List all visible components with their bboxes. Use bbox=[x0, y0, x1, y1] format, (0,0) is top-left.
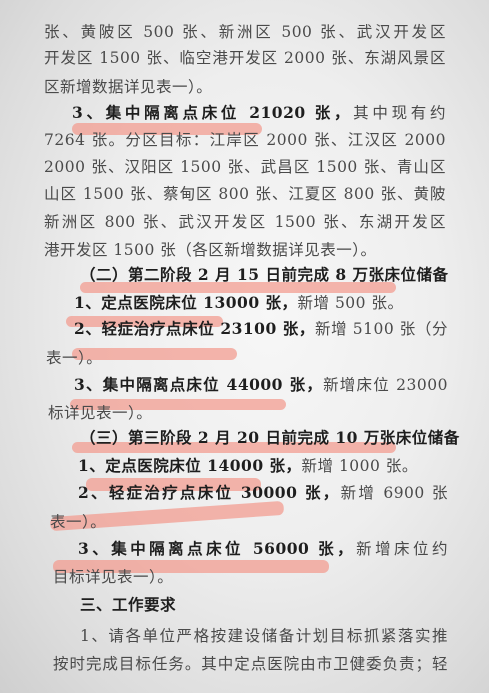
bold-text: 1、定点医院床位 14000 张， bbox=[78, 456, 302, 475]
document-line: 新洲区 800 张、武汉开发区 1500 张、东湖开发区 1500 张、临空 bbox=[44, 212, 446, 232]
bold-text: 三、工作要求 bbox=[80, 595, 177, 614]
body-text: 张、黄陂区 500 张、新洲区 500 张、武汉开发区 1500 张、东湖 bbox=[44, 23, 446, 41]
body-text: 2000 张、汉阳区 1500 张、武昌区 1500 张、青山区 1000 张、… bbox=[44, 158, 446, 176]
document-line: 目标详见表一）。 bbox=[53, 567, 173, 587]
body-text: 标详见表一）。 bbox=[48, 404, 153, 422]
document-line: 7264 张。分区目标：江岸区 2000 张、江汉区 2000 张、硚口区 bbox=[44, 130, 446, 150]
body-text: 新洲区 800 张、武汉开发区 1500 张、东湖开发区 1500 张、临空 bbox=[44, 213, 446, 231]
document-line: 1、请各单位严格按建设储备计划目标抓紧落实推进，确保 bbox=[80, 626, 448, 646]
document-line: 2000 张、汉阳区 1500 张、武昌区 1500 张、青山区 1000 张、… bbox=[44, 157, 446, 177]
body-text: 按时完成目标任务。其中定点医院由市卫健委负责；轻症治疗点 bbox=[53, 655, 448, 673]
document-line: 港开发区 1500 张（各区新增数据详见表一）。 bbox=[44, 240, 377, 260]
document-line: 2、轻症治疗点床位 30000 张，新增 6900 张（分区目标详见 bbox=[78, 483, 448, 503]
body-text: 表一）。 bbox=[50, 513, 107, 531]
document-line: 1、定点医院床位 14000 张，新增 1000 张。 bbox=[78, 456, 418, 476]
bold-text: 3、集中隔离点床位 56000 张， bbox=[78, 539, 357, 558]
document-line: 区新增数据详见表一）。 bbox=[44, 77, 212, 97]
document-line: （二）第二阶段 2 月 15 日前完成 8 万张床位储备 bbox=[80, 265, 449, 285]
document-line: 1、定点医院床位 13000 张，新增 500 张。 bbox=[74, 293, 403, 313]
bold-text: （二）第二阶段 2 月 15 日前完成 8 万张床位储备 bbox=[80, 265, 449, 284]
body-text: 新增 500 张。 bbox=[297, 294, 404, 312]
document-line: 表一）。 bbox=[50, 512, 106, 532]
bold-text: 2、轻症治疗点床位 23100 张， bbox=[74, 319, 315, 338]
bold-text: 3、集中隔离点床位 44000 张， bbox=[74, 375, 324, 394]
bold-text: （三）第三阶段 2 月 20 日前完成 10 万张床位储备 bbox=[80, 428, 460, 447]
document-line: 按时完成目标任务。其中定点医院由市卫健委负责；轻症治疗点 bbox=[53, 654, 448, 674]
body-text: 目标详见表一）。 bbox=[53, 568, 174, 586]
bold-text: 2、轻症治疗点床位 30000 张， bbox=[78, 483, 341, 502]
body-text: 表一）。 bbox=[46, 349, 103, 367]
body-text: 新增 1000 张。 bbox=[301, 457, 418, 475]
body-text: 港开发区 1500 张（各区新增数据详见表一）。 bbox=[44, 241, 377, 259]
body-text: 山区 1500 张、蔡甸区 800 张、江夏区 800 张、黄陂区 2275 张… bbox=[44, 185, 446, 203]
document-line: 开发区 1500 张、临空港开发区 2000 张、东湖风景区 200 张（各 bbox=[44, 48, 446, 68]
body-text: 区新增数据详见表一）。 bbox=[44, 78, 213, 96]
document-line: 山区 1500 张、蔡甸区 800 张、江夏区 800 张、黄陂区 2275 张… bbox=[44, 184, 446, 204]
bold-text: 3、集中隔离点床位 21020 张， bbox=[72, 103, 354, 122]
bold-text: 1、定点医院床位 13000 张， bbox=[74, 293, 298, 312]
body-text: 开发区 1500 张、临空港开发区 2000 张、东湖风景区 200 张（各 bbox=[44, 49, 446, 67]
document-line: 3、集中隔离点床位 21020 张，其中现有约 13756 张，新增 bbox=[72, 103, 446, 123]
document-line: 标详见表一）。 bbox=[48, 403, 152, 423]
document-line: 表一）。 bbox=[46, 348, 102, 368]
body-text: 1、请各单位严格按建设储备计划目标抓紧落实推进，确保 bbox=[80, 627, 448, 645]
document-line: 3、集中隔离点床位 44000 张，新增床位 23000 张（分区目 bbox=[74, 375, 448, 395]
document-line: 张、黄陂区 500 张、新洲区 500 张、武汉开发区 1500 张、东湖 bbox=[44, 22, 446, 42]
document-line: 3、集中隔离点床位 56000 张，新增床位约 12000 张（分区 bbox=[78, 539, 448, 559]
body-text: 7264 张。分区目标：江岸区 2000 张、江汉区 2000 张、硚口区 bbox=[44, 131, 446, 149]
document-page: 张、黄陂区 500 张、新洲区 500 张、武汉开发区 1500 张、东湖开发区… bbox=[0, 0, 489, 693]
document-line: 2、轻症治疗点床位 23100 张，新增 5100 张（分区目标详见 bbox=[74, 319, 448, 339]
document-line: 三、工作要求 bbox=[80, 595, 176, 615]
document-line: （三）第三阶段 2 月 20 日前完成 10 万张床位储备 bbox=[80, 428, 460, 448]
